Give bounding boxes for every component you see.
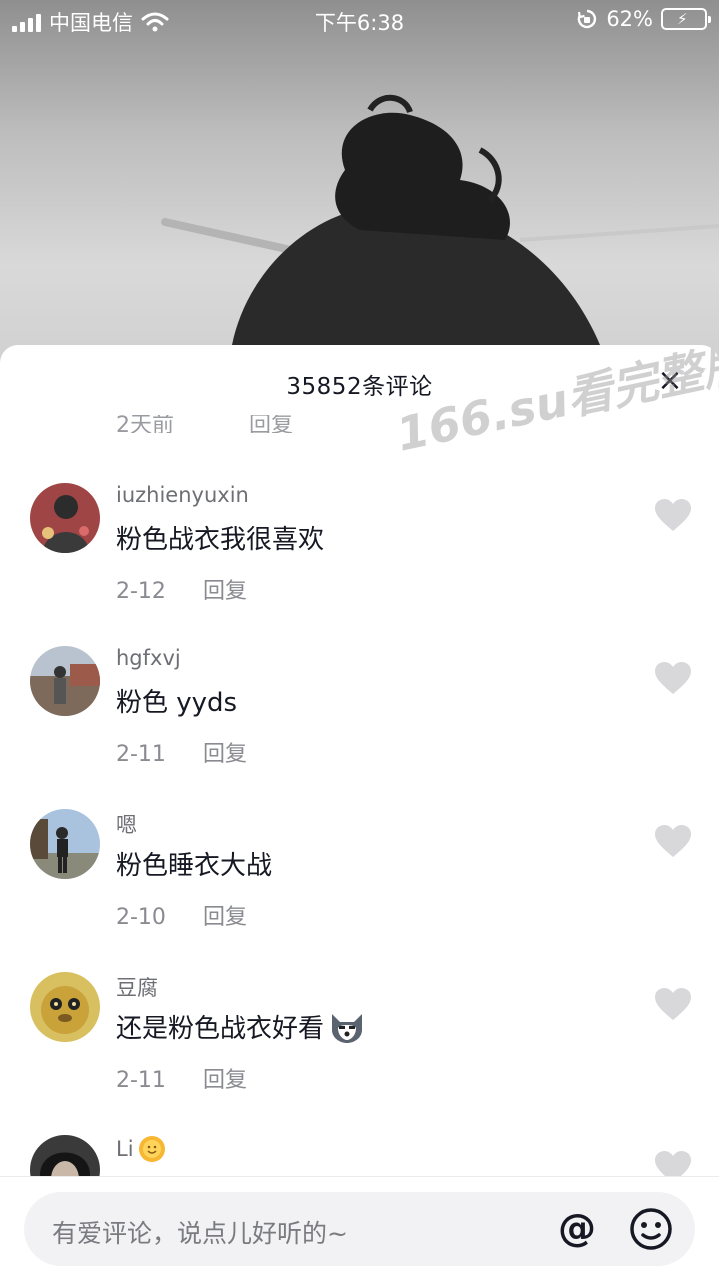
comment-username[interactable]: 豆腐	[116, 972, 158, 1002]
comment-username[interactable]: 嗯	[116, 809, 137, 839]
avatar[interactable]	[30, 483, 100, 553]
watermark-text: 166.su看完整版	[391, 345, 719, 462]
partial-reply-button[interactable]: 回复	[249, 415, 293, 433]
comment-text: 粉色战衣我很喜欢	[116, 525, 325, 555]
sun-emoji-icon	[138, 1136, 165, 1162]
comment-input-placeholder: 有爱评论，说点儿好听的~	[52, 1219, 348, 1248]
husky-emoji-icon	[332, 1013, 363, 1043]
avatar[interactable]	[30, 809, 100, 879]
comment-item: 嗯 粉色睡衣大战 2-10 回复	[0, 809, 719, 969]
comment-username[interactable]: iuzhienyuxin	[116, 483, 249, 507]
comment-date: 2-10	[116, 905, 166, 930]
like-heart-icon[interactable]	[655, 499, 691, 533]
comment-username[interactable]: Li	[116, 1135, 166, 1163]
comment-item: iuzhienyuxin 粉色战衣我很喜欢 2-12 回复	[0, 483, 719, 643]
comment-text: 粉色 yyds	[116, 688, 238, 718]
comment-meta: 2-10 回复	[116, 899, 247, 931]
orientation-lock-icon	[578, 9, 597, 29]
avatar[interactable]	[30, 646, 100, 716]
battery-icon: ⚡	[661, 8, 711, 30]
comment-text: 还是粉色战衣好看	[116, 1008, 366, 1045]
battery-percent: 62%	[606, 7, 653, 31]
comment-input[interactable]: 有爱评论，说点儿好听的~ @	[24, 1192, 695, 1266]
like-heart-icon[interactable]	[655, 988, 691, 1022]
reply-button[interactable]: 回复	[203, 742, 247, 767]
status-bar: 中国电信 下午6:38 62% ⚡	[0, 0, 719, 40]
comment-input-bar: 有爱评论，说点儿好听的~ @	[0, 1176, 719, 1280]
comment-meta: 2-11 回复	[116, 736, 247, 768]
comment-sheet: 35852条评论 × 166.su看完整版 2天前 回复 iuzhienyuxi…	[0, 345, 719, 1280]
partial-comment-meta: 2天前 回复	[116, 413, 361, 433]
charging-bolt-icon: ⚡	[677, 10, 688, 28]
avatar[interactable]	[30, 972, 100, 1042]
comment-meta: 2-11 回复	[116, 1062, 247, 1094]
like-heart-icon[interactable]	[655, 825, 691, 859]
comment-date: 2-11	[116, 742, 166, 767]
partial-date: 2天前	[116, 413, 174, 433]
comment-date: 2-12	[116, 579, 166, 604]
comment-meta: 2-12 回复	[116, 573, 247, 605]
emoji-icon[interactable]	[629, 1207, 673, 1251]
status-right: 62% ⚡	[576, 7, 711, 31]
comment-text: 粉色睡衣大战	[116, 851, 273, 881]
at-mention-icon[interactable]: @	[555, 1206, 599, 1250]
comment-date: 2-11	[116, 1068, 166, 1093]
comment-username[interactable]: hgfxvj	[116, 646, 181, 670]
reply-button[interactable]: 回复	[203, 1068, 247, 1093]
reply-button[interactable]: 回复	[203, 905, 247, 930]
video-frame-image	[161, 94, 719, 345]
like-heart-icon[interactable]	[655, 662, 691, 696]
comment-item: 豆腐 还是粉色战衣好看 2-11 回复	[0, 972, 719, 1132]
reply-button[interactable]: 回复	[203, 579, 247, 604]
video-background[interactable]	[0, 0, 719, 380]
comment-item: hgfxvj 粉色 yyds 2-11 回复	[0, 646, 719, 806]
